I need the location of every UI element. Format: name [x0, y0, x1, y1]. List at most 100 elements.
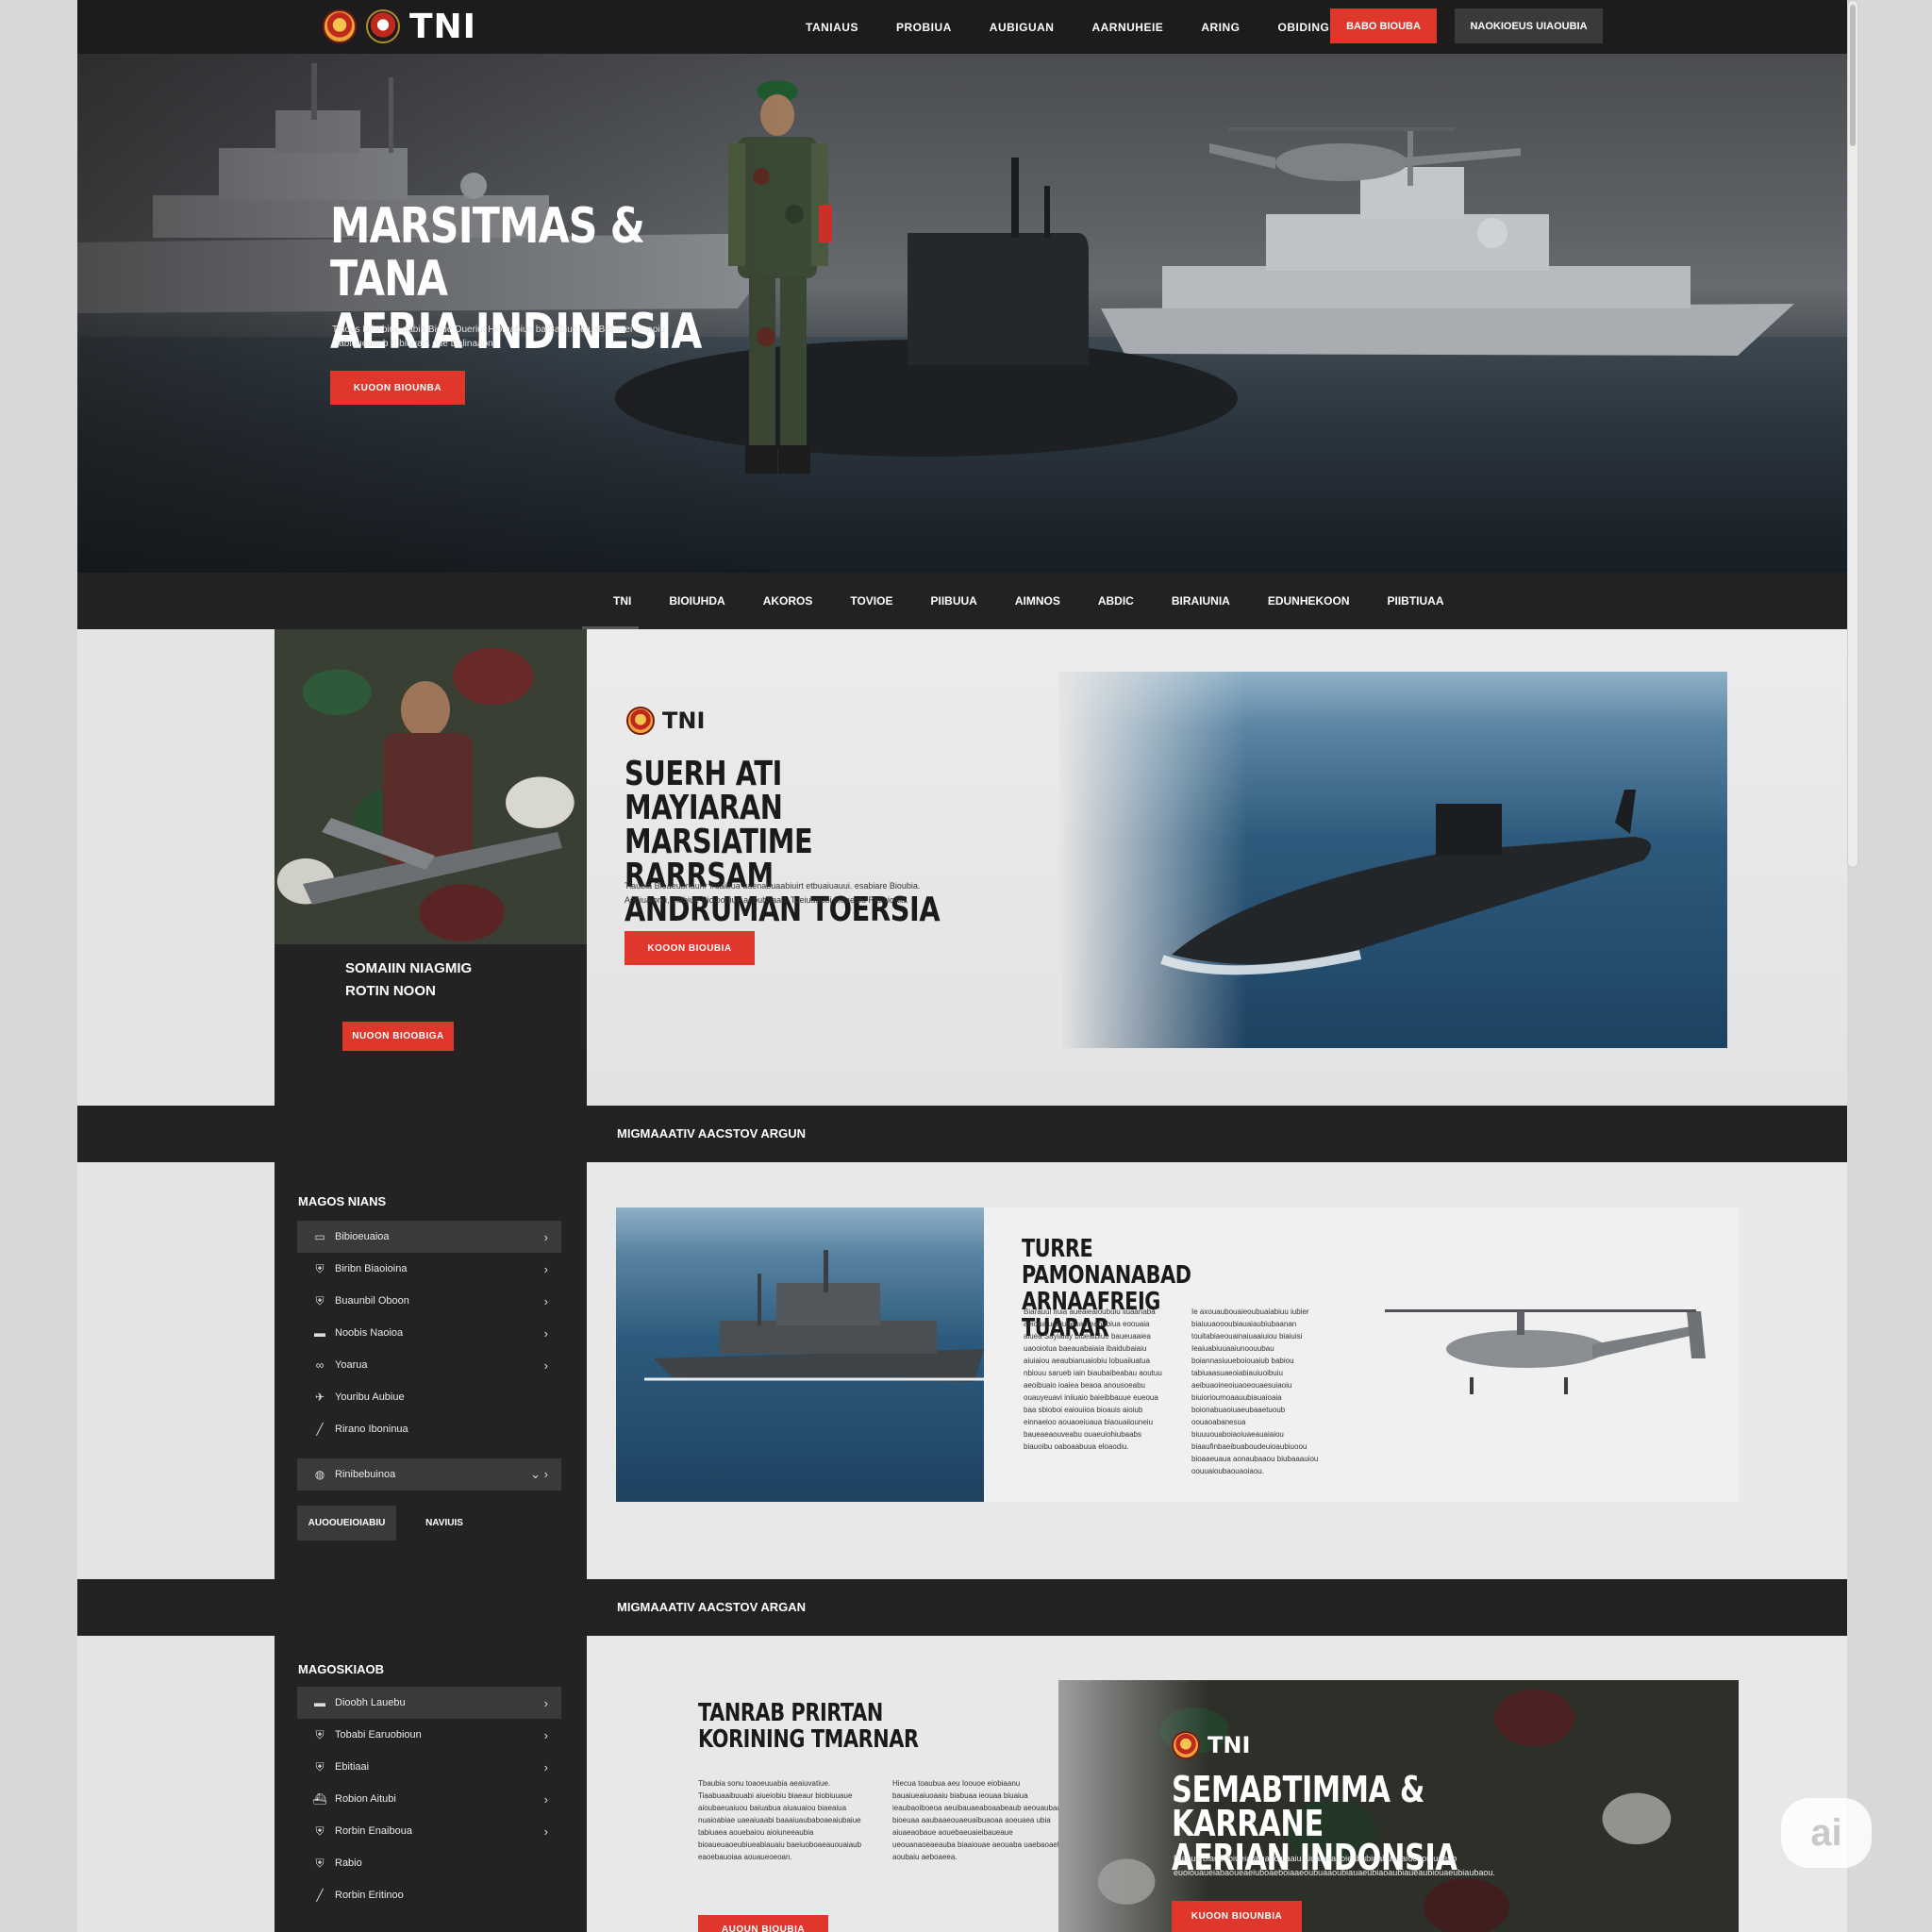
sidebar-title-line: SOMAIIN NIAGMIG — [345, 960, 473, 976]
brand-name: TNI — [409, 7, 477, 46]
feature-title-line: SUERH ATI MAYIARAN — [625, 755, 783, 827]
training-column-2: Hiecua toaubua aeu Ioouoe eiobiaanu baua… — [892, 1779, 1071, 1861]
sidebar-item[interactable]: ⛨ Ebitiaai › — [297, 1751, 561, 1783]
tank-icon: ▬ — [314, 1696, 325, 1709]
training-cta-button[interactable]: AUOUN BIOUBIA — [698, 1915, 828, 1932]
training-title-line: KORINING TMARNAR — [698, 1725, 919, 1754]
chevron-right-icon: › — [543, 1357, 548, 1373]
campaign-banner: TNI SEMABTIMMA & KARRANE AERIAN INDONSIA… — [1058, 1680, 1739, 1932]
sidebar-item[interactable]: ⛨ Buaunbil Oboon › — [297, 1285, 561, 1317]
emblem-icon — [1172, 1731, 1200, 1759]
sidebar-item[interactable]: ⛨ Tobabi Earuobioun › — [297, 1719, 561, 1751]
helicopter-icon — [1209, 127, 1521, 181]
chevron-right-icon: › — [543, 1261, 548, 1276]
shield-icon: ⛨ — [315, 1727, 325, 1741]
nav-link[interactable]: PROBIUA — [877, 21, 971, 34]
hero-description: Tiaous Dibabiue dabia Bioue Dueriut Hiom… — [332, 325, 666, 349]
sidebar-item-label: Rorbin Eritinoo — [335, 1890, 404, 1901]
sidebar-item[interactable]: ▬ Dioobh Lauebu › — [297, 1687, 561, 1719]
feature-sidebar: SOMAIIN NIAGMIG ROTIN NOON NUOON BIOOBIG… — [275, 629, 587, 1106]
secondary-cta-button[interactable]: NAOKIOEUS UIAOUBIA — [1455, 8, 1603, 43]
article-column-2: Ie axouaubouaieoubuaiabiuu iubier biaiuu… — [1191, 1307, 1319, 1475]
chevron-right-icon: › — [543, 1791, 548, 1807]
emblem-icon — [323, 9, 357, 43]
warship-photo — [616, 1208, 984, 1502]
subnav-links: TNI BIOIUHDA AKOROS TOVIOE PIIBUUA AIMNO… — [594, 573, 1463, 629]
banner-cta-button[interactable]: KUOON BIOUNBIA — [1172, 1901, 1302, 1932]
subnav-link[interactable]: AIMNOS — [996, 594, 1079, 608]
sidebar-item[interactable]: ⛨ Biribn Biaoioina › — [297, 1253, 561, 1285]
subnav-link[interactable]: EDUNHEKOON — [1249, 594, 1369, 608]
nav-link[interactable]: ARING — [1182, 21, 1258, 34]
sidebar-item[interactable]: ⛨ Rabio — [297, 1847, 561, 1879]
sidebar-item-label: Yoarua — [335, 1359, 368, 1371]
training-column-1: Tbaubia sonu toaoeuuabia aeaiuvatiue. Ti… — [698, 1779, 862, 1861]
nav-link[interactable]: TANIAUS — [787, 21, 877, 34]
sidebar-item-label: Rirano Iboninua — [335, 1424, 408, 1435]
nav-link[interactable]: AARNUHEIE — [1073, 21, 1182, 34]
sidebar-item-label: Rabio — [335, 1857, 362, 1869]
feature-description: Tiaubia Bioaeubriaurir fruaibua uaenabua… — [625, 881, 921, 905]
sidebar-item[interactable]: ∞ Yoarua › — [297, 1349, 561, 1381]
warship-right-icon — [1101, 129, 1794, 356]
car-icon: ▭ — [314, 1230, 325, 1243]
chevron-right-icon: › — [543, 1824, 548, 1839]
sidebar-title-line: ROTIN NOON — [345, 983, 436, 999]
subnav-link[interactable]: BIRAIUNIA — [1153, 594, 1249, 608]
soldier-photo — [275, 629, 587, 944]
primary-cta-button[interactable]: BABO BIOUBA — [1330, 8, 1437, 43]
sidebar-item[interactable]: ╱ Rirano Iboninua — [297, 1413, 561, 1445]
shield-icon: ⛨ — [315, 1824, 325, 1838]
hero-banner: MARSITMAS & TANA AERIA INDINESIA Tiaous … — [77, 54, 1847, 573]
main-menu: TANIAUS PROBIUA AUBIGUAN AARNUHEIE ARING… — [787, 0, 1390, 54]
sidebar-menu-title: MAGOSKIAOB — [298, 1662, 384, 1676]
chevron-right-icon: › — [543, 1229, 548, 1244]
emblem-icon — [626, 707, 655, 735]
sidebar-secondary-button[interactable]: AUOOUEIOIABIU — [297, 1506, 396, 1541]
chevron-right-icon: › — [543, 1325, 548, 1341]
sidebar-item[interactable]: ▭ Bibioeuaioa › — [297, 1221, 561, 1253]
brand-logo[interactable]: TNI — [323, 7, 477, 46]
feature-cta-button[interactable]: KOOON BIOUBIA — [625, 931, 755, 965]
section-brand-name: TNI — [662, 708, 706, 734]
sidebar-item[interactable]: ✈ Youribu Aubiue — [297, 1381, 561, 1413]
banner-description: Riaoua blauoubiueia aiuaeoiuaaiu aiuaiue… — [1174, 1854, 1495, 1877]
subnav-link[interactable]: PIIBUUA — [911, 594, 995, 608]
vertical-scrollbar[interactable] — [1847, 0, 1858, 868]
nav-link[interactable]: AUBIGUAN — [971, 21, 1074, 34]
chevron-right-icon: › — [543, 1293, 548, 1308]
sidebar-item[interactable]: ◍ Rinibebuinoa ⌄ › — [297, 1458, 561, 1491]
sidebar-item[interactable]: ⛴ Robion Aitubi › — [297, 1783, 561, 1815]
sidebar-item[interactable]: ⛨ Rorbin Enaiboua › — [297, 1815, 561, 1847]
chevron-right-icon: › — [543, 1727, 548, 1742]
subnav-link[interactable]: TNI — [594, 594, 650, 608]
warship-icon — [644, 1250, 984, 1382]
chevron-down-icon: ⌄ › — [530, 1467, 548, 1481]
link-icon: ∞ — [315, 1358, 325, 1372]
sidebar-link-button[interactable]: NAVIUIS — [407, 1506, 482, 1541]
feature-section: TNI SUERH ATI MAYIARAN MARSIATIME RARRSA… — [587, 629, 1847, 1106]
ai-badge: ai — [1781, 1798, 1872, 1868]
scrollbar-thumb[interactable] — [1850, 5, 1856, 146]
sidebar-item[interactable]: ▬ Noobis Naoioa › — [297, 1317, 561, 1349]
sidebar-item[interactable]: ╱ Rorbin Eritinoo — [297, 1879, 561, 1911]
subnav-link[interactable]: AKOROS — [744, 594, 832, 608]
banner-title-line: SEMABTIMMA & KARRANE — [1172, 1769, 1424, 1844]
sidebar-item-label: Buaunbil Oboon — [335, 1295, 409, 1307]
sidebar-item-label: Noobis Naoioa — [335, 1327, 404, 1339]
emblem-icon — [366, 9, 400, 43]
soldier-with-weapon-icon — [303, 681, 562, 905]
sidebar-item-label: Rorbin Enaiboua — [335, 1825, 412, 1837]
article-card: TURRE PAMONANABAD ARNAAFREIG TUARAR Biar… — [616, 1208, 1739, 1502]
shield-icon: ⛨ — [315, 1261, 325, 1275]
sidebar-cta-button[interactable]: NUOON BIOOBIGA — [342, 1022, 454, 1051]
rifle-icon: ╱ — [316, 1423, 324, 1436]
subnav-link[interactable]: ABDIC — [1079, 594, 1153, 608]
hero-cta-button[interactable]: KUOON BIOUNBA — [330, 371, 465, 405]
ship-icon: ⛴ — [312, 1792, 327, 1806]
subnav-link[interactable]: PIIBTIUAA — [1369, 594, 1463, 608]
section-divider-bar: MIGMAAATIV AACSTOV ARGAN — [77, 1579, 1847, 1636]
subnav-link[interactable]: BIOIUHDA — [650, 594, 743, 608]
page: TNI TANIAUS PROBIUA AUBIGUAN AARNUHEIE A… — [77, 0, 1847, 1932]
subnav-link[interactable]: TOVIOE — [831, 594, 911, 608]
